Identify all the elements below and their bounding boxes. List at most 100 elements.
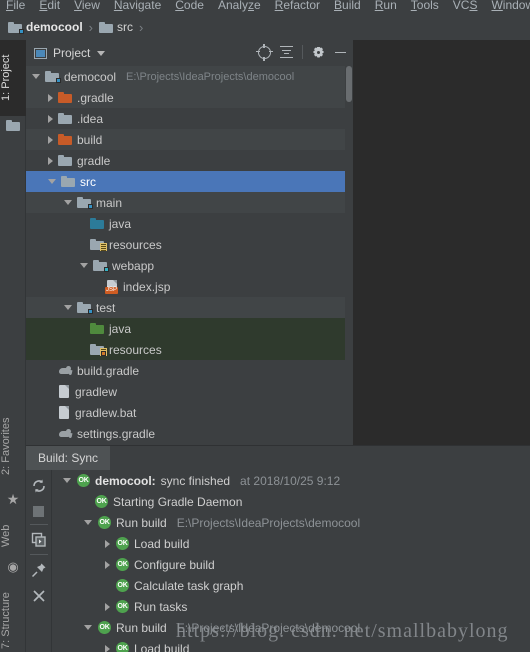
minimize-icon[interactable] (334, 46, 347, 59)
tree-row[interactable]: .gradle (26, 87, 353, 108)
build-tree-row[interactable]: OK Starting Gradle Daemon (53, 491, 530, 512)
chevron-right-icon[interactable] (48, 114, 53, 123)
chevron-down-icon[interactable] (80, 263, 88, 268)
tree-row[interactable]: resources (26, 234, 353, 255)
build-tree-row[interactable]: OK Run build E:\Projects\IdeaProjects\demo… (53, 512, 530, 533)
chevron-right-icon[interactable] (48, 93, 53, 102)
folder-gray-icon (58, 155, 72, 166)
build-tree-row[interactable]: OK Load build (53, 638, 530, 652)
tree-row[interactable]: JSP index.jsp (26, 276, 353, 297)
tree-row[interactable]: test (26, 297, 353, 318)
tree-row[interactable]: java (26, 318, 353, 339)
module-folder-icon (8, 21, 24, 34)
project-tree-scrollbar[interactable] (345, 66, 353, 445)
menu-item-refactor[interactable]: Refactor (275, 0, 320, 11)
sidebar-item-structure-label: 7: Structure (0, 592, 12, 650)
editor-area[interactable] (353, 40, 530, 445)
sidebar-item-structure[interactable]: 7: Structure (0, 580, 26, 652)
pin-icon[interactable] (31, 562, 47, 578)
build-tree-row-label: Starting Gradle Daemon (113, 494, 243, 509)
build-tree-row-label: Run build (116, 515, 167, 530)
folder-resources-icon (90, 239, 107, 251)
tree-row[interactable]: build.gradle (26, 360, 353, 381)
tree-row[interactable]: democool E:\Projects\IdeaProjects\democoo… (26, 66, 353, 87)
breadcrumb-folder-label: src (117, 20, 134, 34)
menu-item-tools[interactable]: Tools (411, 0, 439, 11)
chevron-down-icon[interactable] (84, 625, 92, 630)
menu-item-window[interactable]: Window (491, 0, 530, 11)
menu-item-analyze[interactable]: Analyze (218, 0, 261, 11)
chevron-down-icon[interactable] (32, 74, 40, 79)
tree-row-label: java (109, 216, 132, 231)
sidebar-item-project[interactable]: 1: Project (0, 40, 26, 116)
tree-row[interactable]: src (26, 171, 353, 192)
folder-blue-icon (90, 218, 104, 229)
tree-row[interactable]: build (26, 129, 353, 150)
chevron-down-icon[interactable] (63, 478, 71, 483)
chevron-down-icon[interactable] (84, 520, 92, 525)
tree-row[interactable]: main (26, 192, 353, 213)
build-tree-row[interactable]: OK Load build (53, 533, 530, 554)
menu-item-file[interactable]: File (6, 0, 25, 11)
project-tree[interactable]: democool E:\Projects\IdeaProjects\democoo… (26, 66, 353, 445)
breadcrumb-item-project[interactable]: democool (8, 20, 83, 34)
collapse-all-icon[interactable] (280, 45, 293, 59)
stop-icon[interactable] (31, 504, 47, 520)
menu-item-view[interactable]: View (74, 0, 100, 11)
chevron-right-icon[interactable] (105, 560, 110, 569)
build-output-tree[interactable]: OK democool: sync finished at 2018/10/25 9:… (53, 470, 530, 652)
chevron-right-icon[interactable] (48, 156, 53, 165)
tree-row-label: .gradle (77, 90, 114, 105)
menu-item-navigate[interactable]: Navigate (114, 0, 161, 11)
menu-item-code[interactable]: Code (175, 0, 204, 11)
folder-green-icon (90, 323, 104, 334)
build-tree-row[interactable]: OK Run build E:\Projects\IdeaProjects\demo… (53, 617, 530, 638)
chevron-right-icon[interactable] (48, 135, 53, 144)
build-tree-row[interactable]: OK Configure build (53, 554, 530, 575)
close-icon[interactable] (31, 588, 47, 604)
tab-build-sync[interactable]: Build: Sync (26, 446, 111, 470)
tree-row[interactable]: webapp (26, 255, 353, 276)
tree-row-label: gradle (77, 153, 111, 168)
tree-row[interactable]: java (26, 213, 353, 234)
tree-row-label: src (80, 174, 96, 189)
folder-test-resources-icon (90, 344, 107, 356)
sidebar-item-web[interactable]: Web (0, 512, 26, 560)
status-badge: OK (116, 642, 129, 652)
tree-row[interactable]: gradlew.bat (26, 402, 353, 423)
menu-item-run[interactable]: Run (375, 0, 397, 11)
sidebar-item-favorites[interactable]: 2: Favorites (0, 400, 26, 492)
menu-item-build[interactable]: Build (334, 0, 361, 11)
build-tree-row[interactable]: OK Calculate task graph (53, 575, 530, 596)
menu-item-edit[interactable]: Edit (39, 0, 60, 11)
chevron-down-icon[interactable] (48, 179, 56, 184)
folder-orange-icon (58, 92, 72, 103)
menu-item-vcs[interactable]: VCS (453, 0, 478, 11)
chevron-right-icon[interactable] (105, 644, 110, 652)
locate-icon[interactable] (256, 43, 273, 61)
chevron-down-icon[interactable] (64, 200, 72, 205)
build-tree-row[interactable]: OK Run tasks (53, 596, 530, 617)
tree-row[interactable]: gradle (26, 150, 353, 171)
chevron-right-icon[interactable] (105, 539, 110, 548)
tree-row-label: resources (109, 237, 162, 252)
build-tab-bar: Build: Sync (26, 446, 530, 470)
tree-row[interactable]: settings.gradle (26, 423, 353, 444)
breadcrumb-item-folder[interactable]: src (99, 20, 133, 34)
refresh-icon[interactable] (31, 478, 47, 494)
gear-icon[interactable] (312, 46, 325, 59)
console-icon[interactable] (31, 532, 47, 548)
toolbar-divider (30, 524, 48, 525)
status-badge: OK (116, 579, 129, 592)
project-window-icon (34, 47, 47, 59)
tree-row[interactable]: .idea (26, 108, 353, 129)
tree-row[interactable]: gradlew (26, 381, 353, 402)
chevron-right-icon[interactable] (105, 602, 110, 611)
build-tree-row[interactable]: OK democool: sync finished at 2018/10/25 9:… (53, 470, 530, 491)
chevron-down-icon[interactable] (97, 50, 106, 56)
tree-row[interactable]: resources (26, 339, 353, 360)
breadcrumb: democool › src › (0, 14, 530, 40)
scrollbar-thumb[interactable] (346, 66, 352, 102)
breadcrumb-project-label: democool (26, 20, 83, 34)
chevron-down-icon[interactable] (64, 305, 72, 310)
